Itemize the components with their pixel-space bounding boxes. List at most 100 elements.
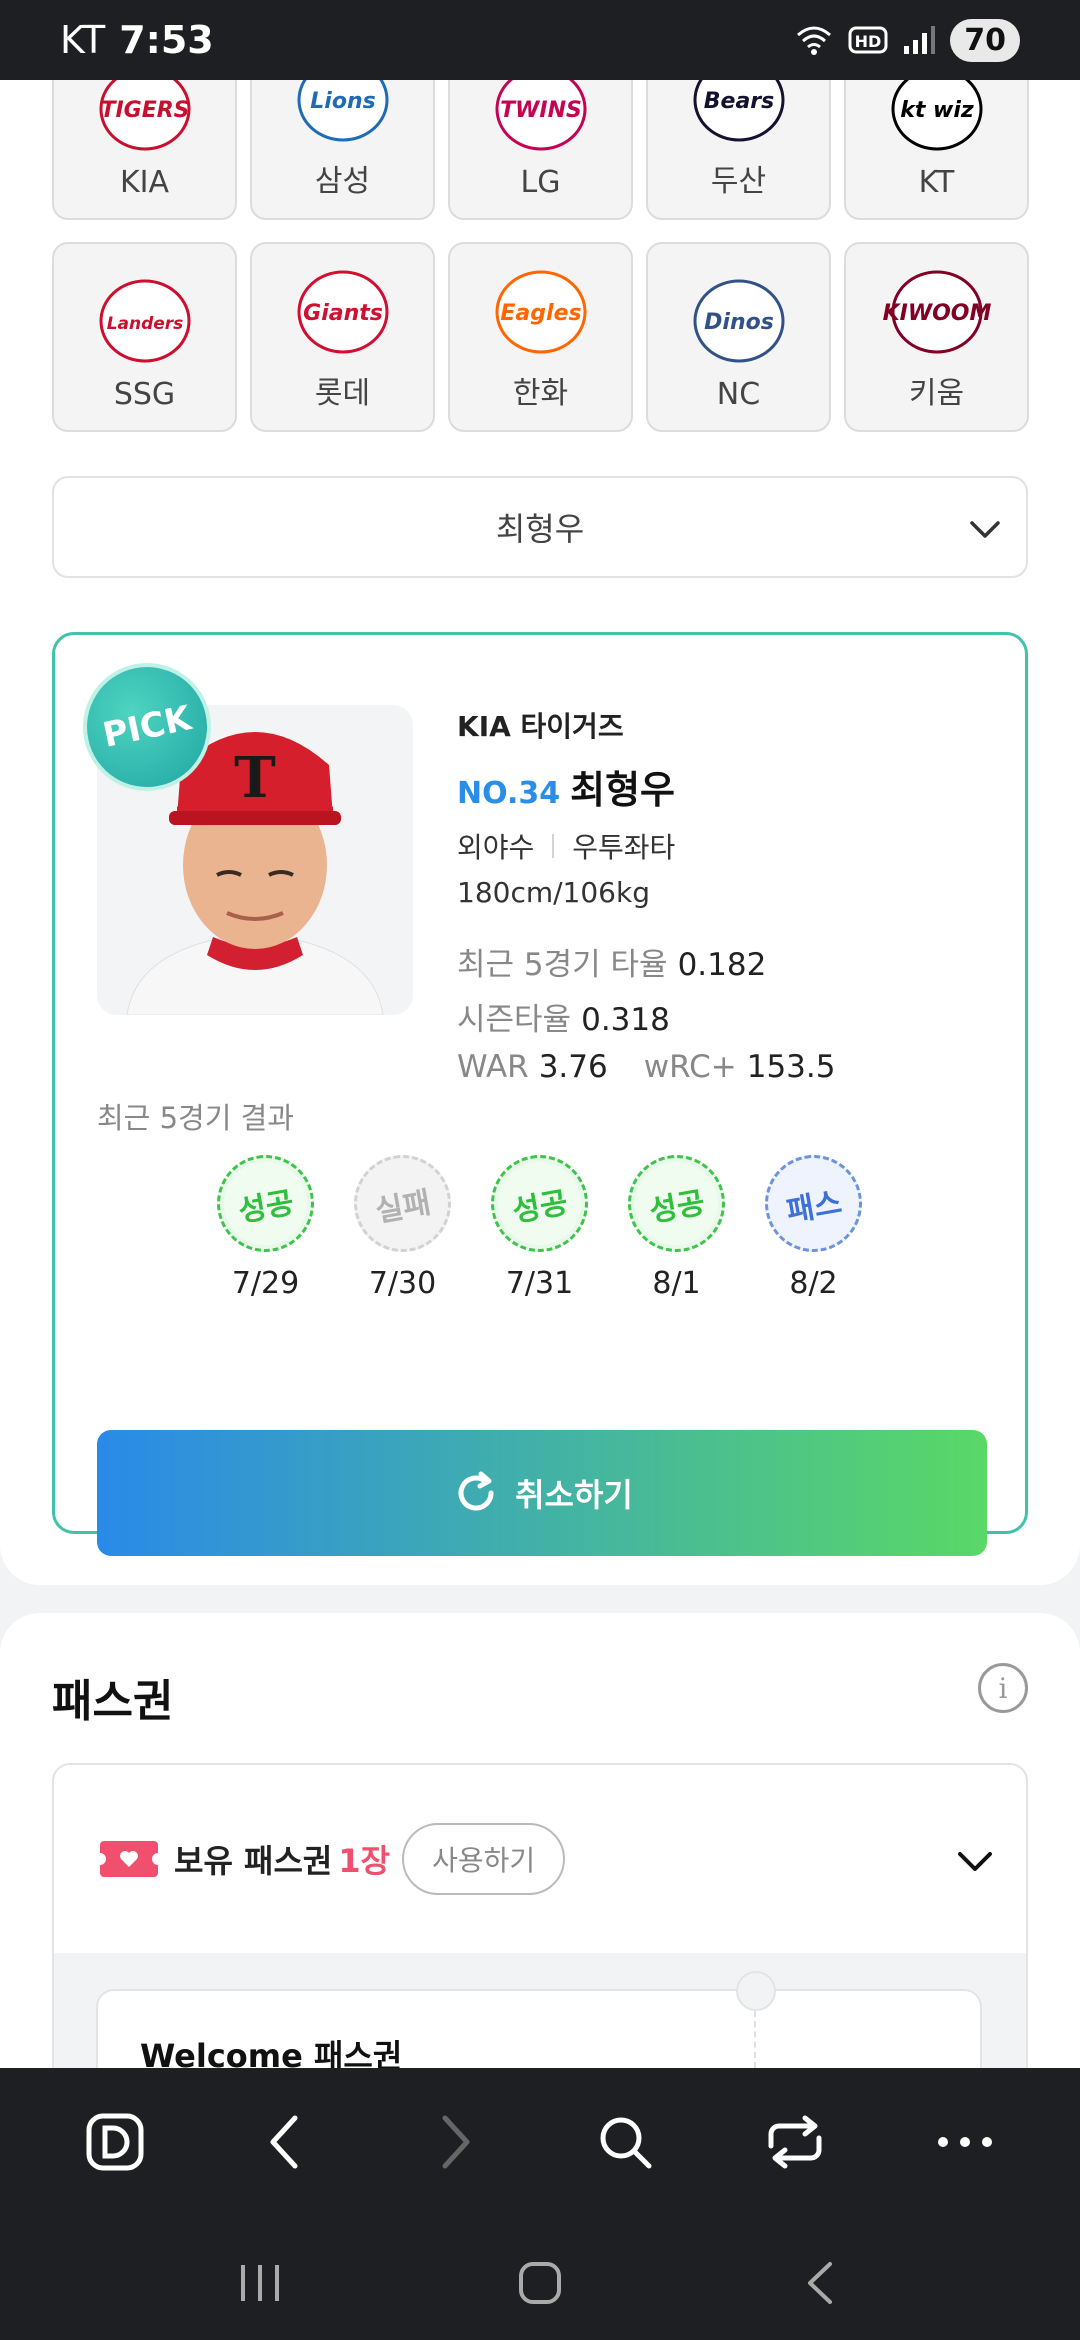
result-item: 성공 7/31 — [483, 1147, 596, 1301]
d-logo-icon — [86, 2113, 144, 2171]
back-icon — [808, 2262, 832, 2304]
team-tile[interactable]: Bears 두산 — [646, 80, 831, 220]
search-icon — [600, 2117, 652, 2169]
recent-results: 성공 7/29 실패 7/30 성공 7/31 성공 8/1 패스 8/2 — [209, 1147, 870, 1301]
signal-icon — [904, 26, 936, 54]
home-button[interactable] — [495, 2238, 585, 2328]
team-name: 키움 — [908, 376, 965, 411]
player-pick-card: PICK T KIA 타이거즈 NO.34 최형우 외야수 우투좌타 180cm… — [52, 632, 1028, 1556]
team-logo-text: KIWOOM — [882, 301, 991, 326]
result-item: 성공 7/29 — [209, 1147, 322, 1301]
team-logo-icon: Eagles — [481, 266, 601, 358]
ticket-icon — [100, 1841, 158, 1877]
player-name: 최형우 — [570, 768, 675, 812]
chevron-down-icon[interactable] — [954, 1840, 996, 1882]
team-tile[interactable]: Landers SSG — [52, 242, 237, 432]
back-button[interactable] — [240, 2097, 330, 2187]
result-item: 성공 8/1 — [620, 1147, 733, 1301]
team-logo-icon: TWINS — [481, 80, 601, 155]
owned-pass-label: 보유 패스권 — [174, 1842, 333, 1880]
team-tile[interactable]: TIGERS KIA — [52, 80, 237, 220]
team-tile[interactable]: Eagles 한화 — [448, 242, 633, 432]
team-name: 한화 — [512, 376, 569, 411]
player-dropdown-value: 최형우 — [495, 510, 585, 548]
result-item: 실패 7/30 — [346, 1147, 459, 1301]
team-logo-icon: KIWOOM — [877, 266, 997, 358]
result-item: 패스 8/2 — [757, 1147, 870, 1301]
team-name: 롯데 — [314, 376, 371, 411]
team-logo-icon: TIGERS — [85, 80, 205, 155]
result-stamp: 성공 — [209, 1147, 322, 1260]
carrier-label: KT — [60, 18, 106, 62]
use-pass-button[interactable]: 사용하기 — [402, 1823, 566, 1895]
team-name: 두산 — [710, 164, 767, 199]
team-logo-text: Lions — [310, 89, 375, 114]
team-tile[interactable]: KIWOOM 키움 — [844, 242, 1029, 432]
svg-text:T: T — [234, 745, 276, 811]
cancel-pick-button[interactable]: 취소하기 — [97, 1430, 987, 1556]
player-position: 외야수 — [457, 831, 535, 864]
status-bar: KT 7:53 HD 70 — [0, 0, 1080, 80]
tabs-switch-button[interactable] — [750, 2097, 840, 2187]
wifi-icon — [797, 26, 832, 55]
player-team: KIA 타이거즈 — [457, 710, 624, 743]
browser-toolbar — [0, 2068, 1080, 2340]
search-button[interactable] — [580, 2097, 670, 2187]
stat-recent5-label: 최근 5경기 타율 — [457, 947, 668, 983]
stat-war-value: 3.76 — [538, 1049, 608, 1085]
stat-war-label: WAR — [457, 1049, 529, 1085]
result-date: 7/29 — [231, 1266, 300, 1301]
result-date: 7/31 — [505, 1266, 574, 1301]
clock: 7:53 — [119, 18, 214, 62]
result-stamp: 실패 — [346, 1147, 459, 1260]
team-tile[interactable]: Lions 삼성 — [250, 80, 435, 220]
chevron-down-icon — [970, 521, 1000, 538]
recent-apps-button[interactable] — [215, 2238, 305, 2328]
more-menu-button[interactable] — [920, 2097, 1010, 2187]
team-name: LG — [520, 165, 561, 200]
result-date: 8/2 — [789, 1266, 838, 1301]
chevron-right-icon — [442, 2115, 470, 2169]
result-date: 7/30 — [368, 1266, 437, 1301]
team-tile[interactable]: Dinos NC — [646, 242, 831, 432]
refresh-icon — [458, 1471, 494, 1511]
divider — [552, 834, 555, 858]
team-name: KT — [918, 165, 955, 200]
result-stamp: 성공 — [483, 1147, 596, 1260]
battery-indicator: 70 — [950, 18, 1020, 62]
system-nav-bar — [0, 2226, 1080, 2340]
result-date: 8/1 — [652, 1266, 701, 1301]
team-logo-icon: Dinos — [679, 275, 799, 367]
stat-season-value: 0.318 — [581, 1002, 670, 1038]
team-tile[interactable]: kt wiz KT — [844, 80, 1029, 220]
result-stamp: 패스 — [757, 1147, 870, 1260]
home-icon — [519, 2262, 561, 2304]
pass-section-title: 패스권 — [52, 1676, 174, 1727]
system-back-button[interactable] — [775, 2238, 865, 2328]
stat-season: 시즌타율 0.318 — [457, 994, 835, 1039]
info-icon[interactable]: i — [978, 1663, 1028, 1713]
team-logo-text: kt wiz — [900, 98, 974, 123]
svg-text:HD: HD — [855, 32, 882, 51]
team-logo-text: Giants — [303, 301, 383, 326]
stat-wrc-label: wRC+ — [643, 1049, 737, 1085]
stat-recent5: 최근 5경기 타율 0.182 — [457, 939, 835, 984]
player-body: 180cm/106kg — [457, 876, 650, 909]
app-home-button[interactable] — [70, 2097, 160, 2187]
team-logo-text: Eagles — [500, 301, 581, 326]
team-logo-icon: Landers — [85, 275, 205, 367]
forward-button[interactable] — [410, 2097, 500, 2187]
player-info: KIA 타이거즈 NO.34 최형우 외야수 우투좌타 180cm/106kg … — [457, 705, 835, 1085]
cancel-pick-label: 취소하기 — [515, 1476, 633, 1514]
player-dropdown[interactable]: 최형우 — [52, 476, 1028, 578]
status-icons: HD 70 — [794, 18, 1020, 62]
team-logo-text: TIGERS — [100, 98, 189, 123]
team-logo-icon: kt wiz — [877, 80, 997, 155]
stat-season-label: 시즌타율 — [457, 1002, 572, 1038]
player-bats-throws: 우투좌타 — [572, 831, 676, 864]
team-logo-text: Landers — [106, 314, 183, 334]
team-tile[interactable]: TWINS LG — [448, 80, 633, 220]
coupon-notch — [736, 1971, 776, 2011]
pass-header[interactable]: 보유 패스권 1장 사용하기 — [54, 1765, 1026, 1953]
team-tile[interactable]: Giants 롯데 — [250, 242, 435, 432]
